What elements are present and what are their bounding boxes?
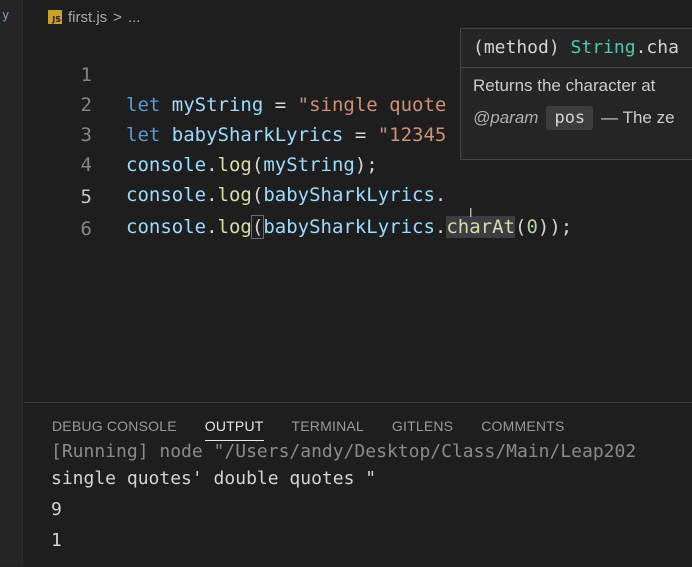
code-token: "12345 (377, 124, 447, 146)
code-token: ( (250, 215, 265, 239)
line-number: 5 (80, 186, 92, 208)
bottom-panel: DEBUG CONSOLE OUTPUT TERMINAL GITLENS CO… (24, 402, 692, 567)
line-number: 4 (80, 154, 92, 176)
sidebar-glyph: y (2, 8, 10, 22)
code-token: myString (263, 154, 355, 176)
code-token: babySharkLyrics (263, 184, 435, 206)
code-line-active: 5 console.log(babySharkLyrics.charAt(0))… (0, 152, 572, 239)
line-number: 6 (80, 218, 92, 240)
output-line: 1 (51, 530, 62, 551)
code-token: ); (549, 216, 573, 238)
code-token: myString (171, 94, 264, 116)
code-token: babySharkLyrics (171, 124, 344, 146)
code-token: console (126, 154, 207, 176)
hover-signature-type: String (570, 37, 636, 58)
text-cursor-icon: I (469, 206, 473, 220)
breadcrumb: JS first.js > ... (48, 5, 140, 29)
code-line: 2 let babySharkLyrics = "12345 (0, 60, 447, 146)
code-line: 4 console.log(babySharkLyrics. (0, 120, 447, 206)
output-line: single quotes' double quotes " (51, 468, 377, 489)
hover-param-name: pos (546, 106, 594, 130)
code-line: 6 (0, 184, 92, 240)
code-token: . (434, 216, 447, 238)
line-number: 3 (80, 124, 92, 146)
code-token: "single quote (297, 94, 447, 116)
hover-param-tag: @param (473, 108, 539, 127)
code-token: ); (354, 154, 378, 176)
breadcrumb-file[interactable]: first.js (68, 9, 107, 26)
line-number: 1 (80, 64, 92, 86)
hover-param-desc: — The ze (601, 108, 675, 127)
output-line: 9 (51, 499, 62, 520)
code-token: babySharkLyrics (263, 216, 435, 238)
code-token: let (126, 124, 161, 146)
line-number: 2 (80, 94, 92, 116)
output-log[interactable]: [Running] node "/Users/andy/Desktop/Clas… (51, 441, 691, 556)
code-token: = (263, 94, 298, 116)
code-token: = (343, 124, 378, 146)
code-token: ) (537, 216, 550, 238)
breadcrumb-trail[interactable]: ... (128, 9, 141, 26)
hover-signature-rest: .cha (635, 37, 679, 58)
code-token: . (206, 216, 218, 238)
code-token: ( (515, 216, 527, 238)
code-token-hovered[interactable]: charAt (446, 216, 515, 238)
javascript-file-icon: JS (48, 10, 62, 24)
code-token: log (217, 154, 252, 176)
code-token: console (126, 184, 207, 206)
code-token: . (206, 184, 218, 206)
hover-description: Returns the character at (473, 76, 656, 95)
code-token: ( (251, 154, 264, 176)
code-token: let (126, 94, 161, 116)
hover-tooltip: (method) String.cha Returns the characte… (460, 28, 692, 160)
code-token: log (217, 184, 252, 206)
code-token: 0 (526, 216, 538, 238)
breadcrumb-separator: > (113, 8, 122, 26)
code-token: . (206, 154, 218, 176)
hover-signature-open: (method) (473, 37, 571, 58)
code-line: 3 console.log(myString); (0, 90, 378, 176)
output-line: [Running] node "/Users/andy/Desktop/Clas… (51, 441, 637, 462)
code-token: console (126, 216, 207, 238)
hover-param: @param pos — The ze (461, 96, 692, 130)
code-token: log (217, 216, 252, 238)
hover-signature: (method) String.cha (461, 29, 692, 67)
code-token: ( (251, 184, 264, 206)
code-line: 1 let myString = "single quote (0, 30, 447, 116)
code-token: . (434, 184, 447, 206)
